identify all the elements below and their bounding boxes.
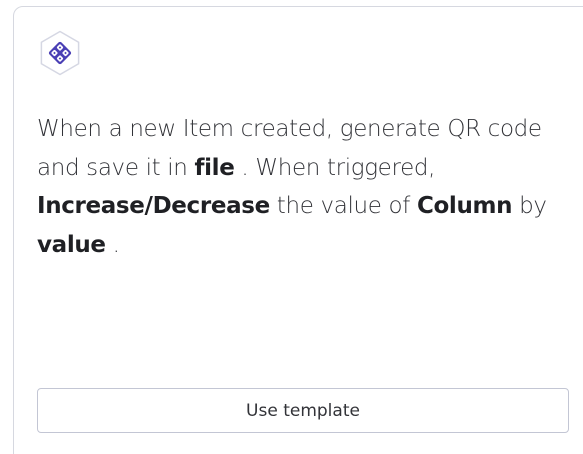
- value-token: value: [37, 231, 106, 258]
- description-text-2: . When triggered,: [234, 154, 436, 181]
- file-token: file: [194, 154, 235, 181]
- qr-code-app-icon: [37, 30, 83, 76]
- qr-code-icon: [40, 30, 80, 76]
- use-template-button[interactable]: Use template: [37, 388, 569, 433]
- action-token: Increase/Decrease: [37, 193, 270, 219]
- template-description: When a new Item created, generate QR cod…: [37, 110, 567, 264]
- description-text-4: by: [512, 193, 547, 219]
- description-text-5: .: [105, 231, 120, 258]
- column-token: Column: [416, 193, 513, 219]
- description-text-3: the value of: [269, 193, 417, 219]
